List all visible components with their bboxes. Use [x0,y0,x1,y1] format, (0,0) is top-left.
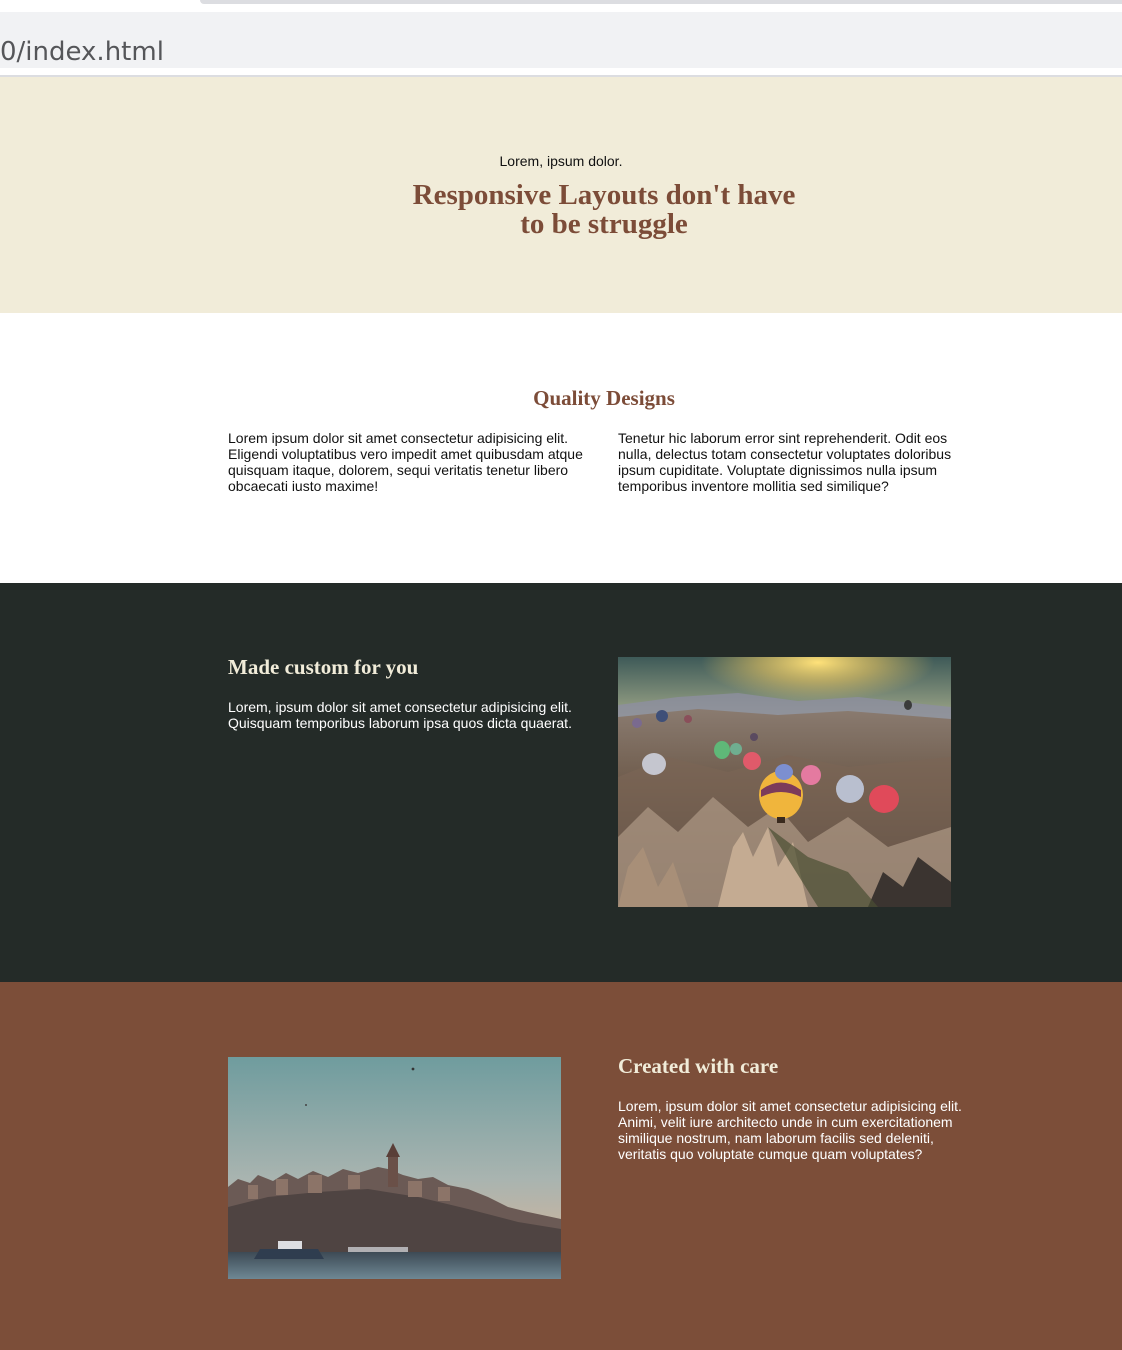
care-paragraph: Lorem, ipsum dolor sit amet consectetur … [618,1098,962,1162]
quality-left-paragraph: Lorem ipsum dolor sit amet consectetur a… [228,430,583,494]
care-section: Created with care Lorem, ipsum dolor sit… [0,982,1122,1350]
quality-designs-title: Quality Designs [533,386,675,410]
hero-title: Responsive Layouts don't have to be stru… [412,179,796,240]
city-skyline-image [228,1057,561,1279]
hero-pretitle: Lorem, ipsum dolor. [499,153,623,169]
hero-section: Lorem, ipsum dolor. Responsive Layouts d… [0,77,1122,313]
quality-right-paragraph: Tenetur hic laborum error sint reprehend… [618,430,952,494]
hot-air-balloons-image [618,657,951,907]
care-title: Created with care [618,1054,779,1078]
custom-paragraph: Lorem, ipsum dolor sit amet consectetur … [228,699,572,731]
browser-chrome: 0/index.html [0,0,1122,78]
custom-title: Made custom for you [228,655,419,679]
quality-designs-section: Quality Designs Lorem ipsum dolor sit am… [0,313,1122,583]
browser-tab-strip [200,0,1122,4]
address-bar-url[interactable]: 0/index.html [0,37,164,67]
custom-section: Made custom for you Lorem, ipsum dolor s… [0,583,1122,982]
address-bar[interactable]: 0/index.html [0,12,1122,68]
